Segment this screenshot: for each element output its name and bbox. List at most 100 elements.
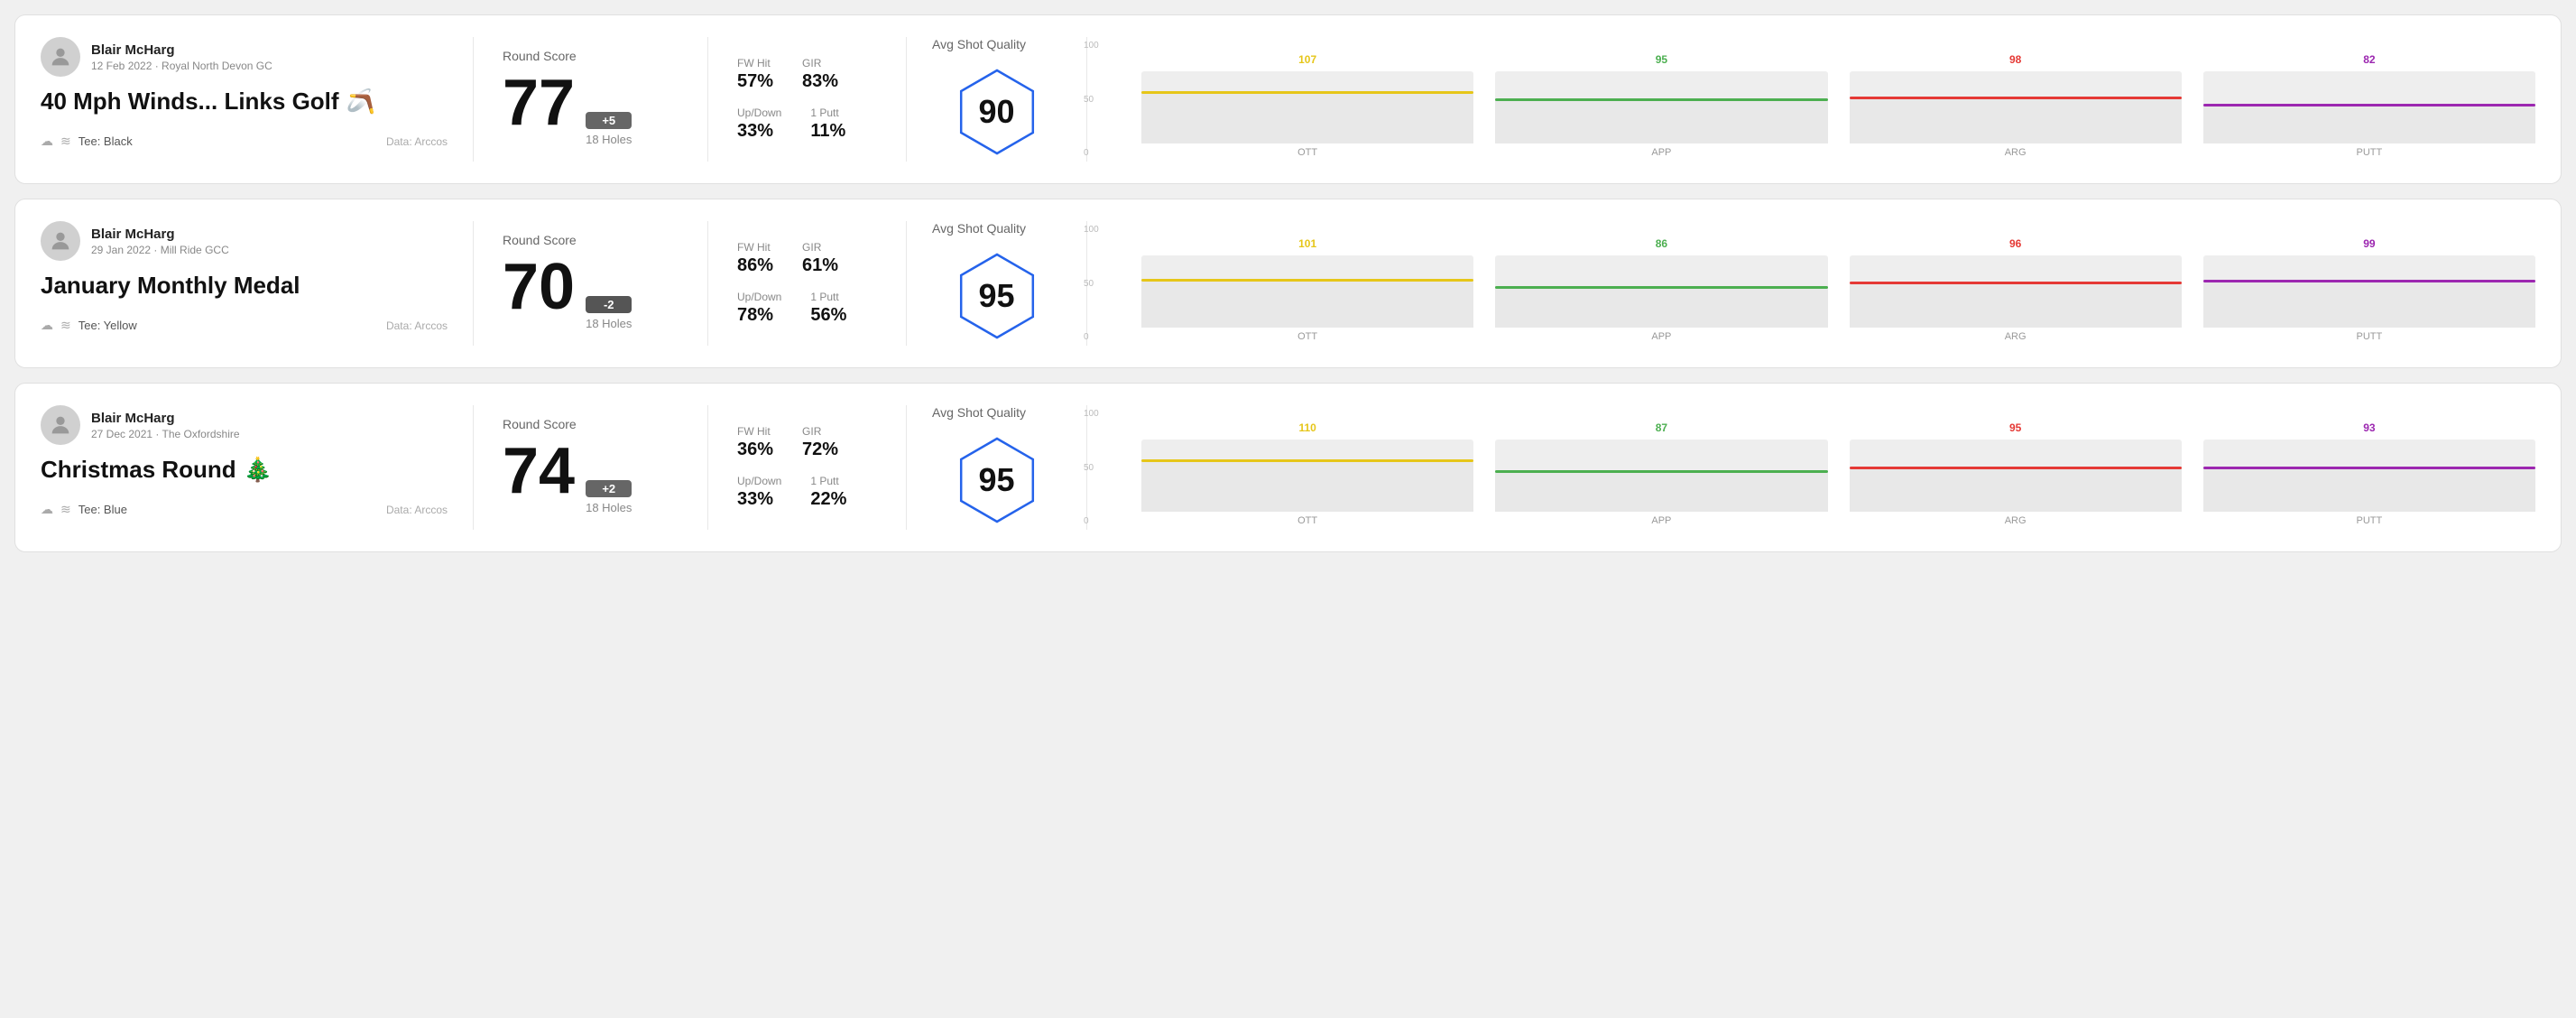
bar-chart: 107 OTT 95	[1141, 41, 2535, 158]
updown-value: 78%	[737, 305, 781, 326]
bar-fill	[1495, 286, 1827, 328]
holes-label: 18 Holes	[586, 133, 632, 146]
person-icon	[48, 412, 73, 438]
bar-wrapper	[1141, 71, 1473, 143]
score-badge: +2	[586, 480, 632, 497]
avatar	[41, 221, 80, 261]
y-axis-labels: 100 50 0	[1084, 225, 1099, 342]
bar-wrapper	[2203, 440, 2535, 512]
bar-label: APP	[1651, 331, 1671, 342]
bar-group-arg: 96 ARG	[1850, 237, 2182, 342]
score-badge: -2	[586, 296, 632, 313]
user-info: Blair McHarg 12 Feb 2022 · Royal North D…	[91, 42, 272, 72]
user-name: Blair McHarg	[91, 411, 240, 426]
bar-wrapper	[1850, 440, 2182, 512]
y-axis-labels: 100 50 0	[1084, 409, 1099, 526]
gir-label: GIR	[802, 57, 838, 69]
updown-stat: Up/Down 78%	[737, 291, 781, 326]
bar-fill	[1141, 459, 1473, 512]
bar-wrapper	[1495, 255, 1827, 328]
holes-label: 18 Holes	[586, 501, 632, 514]
tee-label: Tee: Blue	[78, 503, 127, 516]
data-source: Data: Arccos	[386, 319, 448, 332]
round-card: Blair McHarg 27 Dec 2021 · The Oxfordshi…	[14, 383, 2562, 552]
gir-stat: GIR 83%	[802, 57, 838, 92]
title-emoji: 🪃	[346, 88, 375, 116]
user-row: Blair McHarg 27 Dec 2021 · The Oxfordshi…	[41, 405, 448, 445]
updown-label: Up/Down	[737, 475, 781, 487]
stats-row-top: FW Hit 86% GIR 61%	[737, 241, 877, 276]
bar-line	[1850, 282, 2182, 284]
left-section: Blair McHarg 29 Jan 2022 · Mill Ride GCC…	[41, 221, 474, 346]
bar-fill	[1495, 470, 1827, 512]
bar-label: OTT	[1297, 331, 1317, 342]
round-title: 40 Mph Winds... Links Golf 🪃	[41, 88, 448, 116]
user-name: Blair McHarg	[91, 42, 272, 58]
oneputt-label: 1 Putt	[810, 475, 846, 487]
bar-wrapper	[2203, 255, 2535, 328]
bar-value: 95	[2009, 421, 2021, 434]
bar-line	[2203, 104, 2535, 106]
bar-chart-container: 100 50 0 101 OTT	[1113, 225, 2535, 342]
data-source: Data: Arccos	[386, 504, 448, 516]
bar-label: ARG	[2005, 331, 2027, 342]
updown-stat: Up/Down 33%	[737, 475, 781, 510]
bar-value: 95	[1656, 53, 1667, 66]
bar-line	[1850, 467, 2182, 469]
bar-fill	[2203, 280, 2535, 328]
bottom-row: ☁ ≋ Tee: Black Data: Arccos	[41, 134, 448, 149]
hex-score: 95	[978, 277, 1014, 315]
wind-icon: ≋	[60, 134, 71, 149]
user-row: Blair McHarg 29 Jan 2022 · Mill Ride GCC	[41, 221, 448, 261]
bar-wrapper	[1495, 440, 1827, 512]
score-row: 70 -2 18 Holes	[503, 255, 679, 330]
fw-hit-value: 57%	[737, 71, 773, 92]
bar-value: 87	[1656, 421, 1667, 434]
stats-row-top: FW Hit 57% GIR 83%	[737, 57, 877, 92]
hex-score: 95	[978, 461, 1014, 499]
bar-value: 93	[2363, 421, 2375, 434]
oneputt-label: 1 Putt	[810, 291, 846, 303]
bar-group-app: 86 APP	[1495, 237, 1827, 342]
bar-group-arg: 95 ARG	[1850, 421, 2182, 526]
bar-value: 107	[1298, 53, 1316, 66]
big-score: 77	[503, 70, 575, 135]
oneputt-value: 22%	[810, 489, 846, 510]
bar-value: 86	[1656, 237, 1667, 250]
fw-hit-label: FW Hit	[737, 57, 773, 69]
tee-label: Tee: Black	[78, 134, 133, 148]
bar-chart-container: 100 50 0 110 OTT	[1113, 409, 2535, 526]
bar-fill	[2203, 467, 2535, 512]
score-row: 74 +2 18 Holes	[503, 439, 679, 514]
round-score-label: Round Score	[503, 233, 679, 247]
user-name: Blair McHarg	[91, 227, 229, 242]
user-meta: 29 Jan 2022 · Mill Ride GCC	[91, 244, 229, 256]
score-detail: -2 18 Holes	[586, 296, 632, 330]
bar-fill	[1141, 91, 1473, 143]
score-section: Round Score 70 -2 18 Holes	[474, 221, 708, 346]
bar-label: ARG	[2005, 147, 2027, 158]
bar-wrapper	[1141, 440, 1473, 512]
chart-section: 100 50 0 107 OTT	[1087, 37, 2535, 162]
bar-line	[1495, 470, 1827, 473]
bar-value: 98	[2009, 53, 2021, 66]
bar-line	[1495, 98, 1827, 101]
person-icon	[48, 44, 73, 69]
round-title: January Monthly Medal	[41, 272, 448, 300]
gir-value: 61%	[802, 255, 838, 276]
bar-fill	[1850, 467, 2182, 512]
bar-label: OTT	[1297, 515, 1317, 526]
chart-section: 100 50 0 110 OTT	[1087, 405, 2535, 530]
bar-fill	[1495, 98, 1827, 143]
bottom-row: ☁ ≋ Tee: Yellow Data: Arccos	[41, 318, 448, 333]
updown-value: 33%	[737, 121, 781, 142]
avatar	[41, 405, 80, 445]
hexagon: 90	[952, 62, 1042, 162]
round-card: Blair McHarg 12 Feb 2022 · Royal North D…	[14, 14, 2562, 184]
stats-row-top: FW Hit 36% GIR 72%	[737, 425, 877, 460]
round-score-label: Round Score	[503, 49, 679, 63]
big-score: 70	[503, 255, 575, 319]
stats-row-bottom: Up/Down 78% 1 Putt 56%	[737, 291, 877, 326]
updown-label: Up/Down	[737, 291, 781, 303]
gir-stat: GIR 72%	[802, 425, 838, 460]
